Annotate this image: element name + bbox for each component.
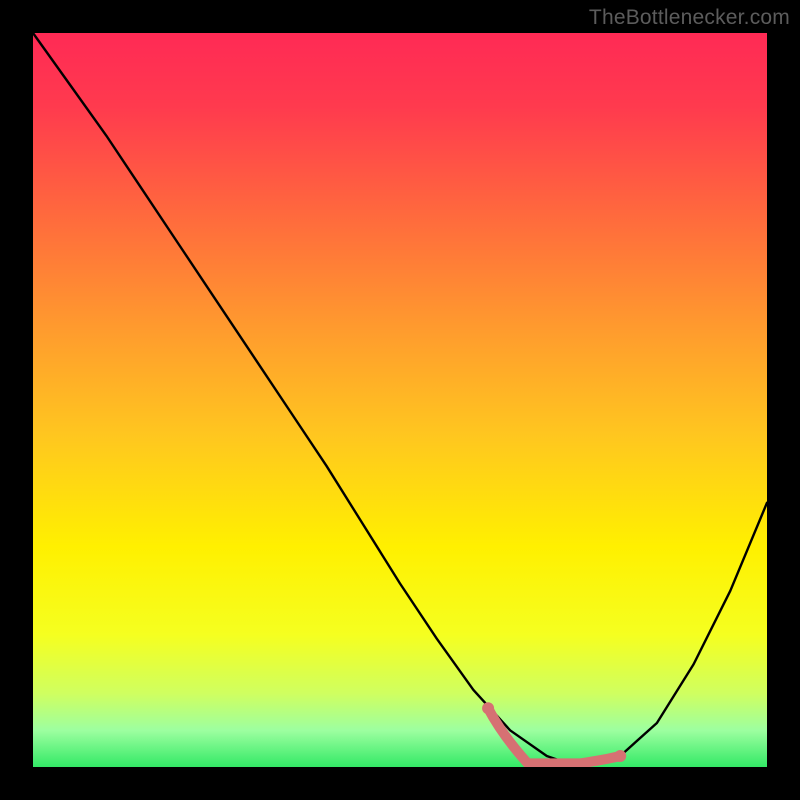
highlight-dot-left xyxy=(482,702,494,714)
highlight-dot-right xyxy=(614,750,626,762)
watermark-text: TheBottlenecker.com xyxy=(589,6,790,30)
gradient-rect xyxy=(33,33,767,767)
chart-frame: TheBottlenecker.com xyxy=(0,0,800,800)
plot-area xyxy=(33,33,767,767)
chart-svg xyxy=(33,33,767,767)
